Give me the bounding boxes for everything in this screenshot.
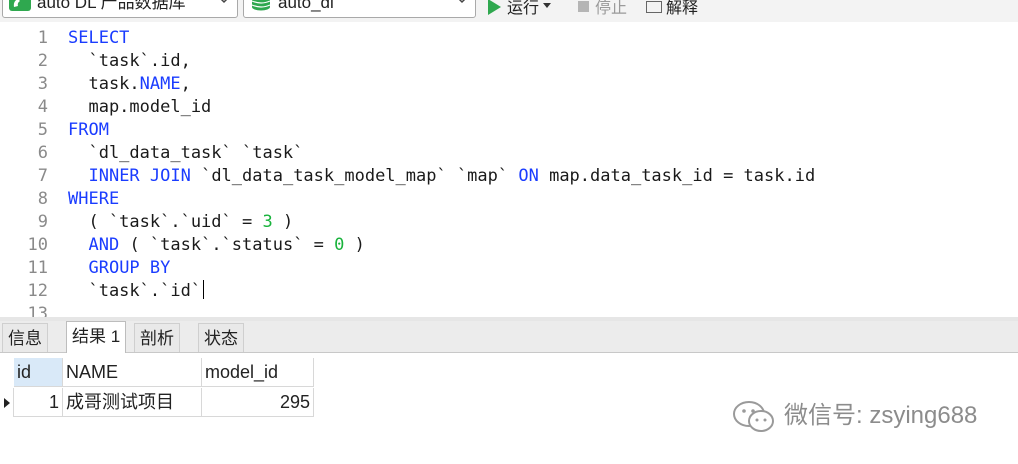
cell-id[interactable]: 1	[14, 388, 63, 417]
code-text[interactable]: AND ( `task`.`status` = 0 )	[68, 234, 365, 257]
play-icon	[488, 0, 501, 15]
code-text[interactable]: INNER JOIN `dl_data_task_model_map` `map…	[68, 165, 815, 188]
tab-result-1[interactable]: 结果 1	[66, 321, 127, 353]
line-number: 4	[37, 97, 48, 117]
line-number: 2	[37, 51, 48, 71]
code-line[interactable]: 9 ( `task`.`uid` = 3 )	[0, 211, 1018, 234]
line-number: 13	[27, 304, 48, 317]
database-icon	[251, 0, 271, 11]
code-line[interactable]: 10 AND ( `task`.`status` = 0 )	[0, 234, 1018, 257]
code-text[interactable]: `task`.`id`	[68, 280, 205, 303]
cell-model-id[interactable]: 295	[202, 388, 314, 417]
tab-profile[interactable]: 剖析	[134, 323, 180, 352]
line-number: 6	[37, 143, 48, 163]
line-number: 8	[37, 189, 48, 209]
column-header-id[interactable]: id	[14, 358, 63, 387]
line-number: 10	[27, 235, 48, 255]
tab-info[interactable]: 信息	[2, 323, 48, 352]
connection-name: auto DL 产品数据库	[37, 0, 186, 12]
sql-keyword: NAME	[139, 74, 181, 94]
sql-text: `task`.`id`	[68, 281, 202, 301]
code-line[interactable]: 4 map.model_id	[0, 96, 1018, 119]
row-indicator[interactable]	[0, 388, 14, 417]
line-number: 3	[37, 74, 48, 94]
code-text[interactable]: FROM	[68, 119, 109, 142]
sql-keyword: FROM	[68, 120, 109, 140]
explain-button[interactable]: 解释	[646, 0, 698, 18]
code-text[interactable]: GROUP BY	[68, 257, 170, 280]
sql-keyword: ON	[518, 166, 539, 186]
sql-keyword: GROUP BY	[88, 258, 171, 278]
connection-icon	[9, 0, 31, 11]
sql-keyword: INNER JOIN	[88, 166, 191, 186]
sql-text: map.model_id	[68, 97, 212, 117]
code-text[interactable]: `dl_data_task` `task`	[68, 142, 303, 165]
line-number: 5	[37, 120, 48, 140]
code-text[interactable]: ( `task`.`uid` = 3 )	[68, 211, 293, 234]
sql-text: )	[272, 212, 294, 232]
stop-button[interactable]: 停止	[578, 0, 627, 18]
stop-icon	[578, 1, 589, 13]
stop-label: 停止	[595, 0, 628, 17]
current-row-arrow-icon	[4, 398, 10, 408]
sql-number: 3	[262, 212, 273, 232]
chevron-down-icon	[458, 0, 466, 4]
dropdown-caret-icon[interactable]	[543, 3, 552, 9]
code-line[interactable]: 12 `task`.`id`	[0, 280, 1018, 303]
database-name: auto_dl	[278, 0, 334, 12]
code-line[interactable]: 13	[0, 303, 1018, 317]
code-line[interactable]: 1 SELECT	[0, 27, 1018, 50]
line-number: 1	[37, 28, 48, 48]
code-line[interactable]: 8 WHERE	[0, 188, 1018, 211]
line-number: 7	[37, 166, 48, 186]
toolbar: auto DL 产品数据库 auto_dl 运行 停止 解释	[0, 0, 1018, 22]
text-cursor	[203, 280, 205, 299]
line-number: 9	[37, 212, 48, 232]
code-text[interactable]: task.NAME,	[68, 73, 191, 96]
tab-status[interactable]: 状态	[198, 323, 244, 352]
sql-number: 0	[334, 235, 345, 255]
code-line[interactable]: 7 INNER JOIN `dl_data_task_model_map` `m…	[0, 165, 1018, 188]
run-label: 运行	[507, 0, 540, 17]
column-header-name[interactable]: NAME	[63, 358, 202, 387]
code-text[interactable]: map.model_id	[68, 96, 211, 119]
sql-editor[interactable]: 1 SELECT 2 `task`.id, 3 task.NAME, 4 map.mod…	[0, 22, 1018, 317]
code-line[interactable]: 6 `dl_data_task` `task`	[0, 142, 1018, 165]
sql-text: ( `task`.`status` =	[119, 235, 335, 255]
watermark-text: 微信号: zsying688	[784, 402, 978, 429]
line-number: 11	[27, 258, 48, 278]
code-line[interactable]: 11 GROUP BY	[0, 257, 1018, 280]
sql-keyword: SELECT	[68, 28, 130, 48]
chevron-down-icon	[220, 0, 228, 4]
sql-text: task.	[68, 74, 140, 94]
code-text[interactable]: SELECT	[68, 27, 129, 50]
code-text[interactable]: WHERE	[68, 188, 119, 211]
column-header-model-id[interactable]: model_id	[202, 358, 314, 387]
sql-text: `dl_data_task_model_map` `map`	[190, 166, 519, 186]
sql-text: ( `task`.`uid` =	[68, 212, 263, 232]
code-line[interactable]: 5 FROM	[0, 119, 1018, 142]
result-tabs: 信息 结果 1 剖析 状态	[0, 321, 1018, 353]
sql-text: map.data_task_id = task.id	[538, 166, 816, 186]
code-text[interactable]: `task`.id,	[68, 50, 191, 73]
explain-label: 解释	[666, 0, 699, 17]
sql-text: )	[344, 235, 365, 255]
database-select[interactable]: auto_dl	[243, 0, 476, 18]
sql-text: ,	[180, 74, 191, 94]
sql-keyword: WHERE	[68, 189, 120, 209]
code-line[interactable]: 2 `task`.id,	[0, 50, 1018, 73]
line-number: 12	[27, 281, 48, 301]
explain-icon	[646, 0, 662, 13]
wechat-icon	[733, 401, 774, 432]
sql-keyword: AND	[88, 235, 120, 255]
sql-text: `dl_data_task` `task`	[68, 143, 304, 163]
code-line[interactable]: 3 task.NAME,	[0, 73, 1018, 96]
sql-text: `task`.id,	[68, 51, 191, 71]
connection-select[interactable]: auto DL 产品数据库	[2, 0, 238, 18]
cell-name[interactable]: 成哥测试项目	[63, 388, 202, 417]
run-button[interactable]: 运行	[488, 0, 552, 18]
